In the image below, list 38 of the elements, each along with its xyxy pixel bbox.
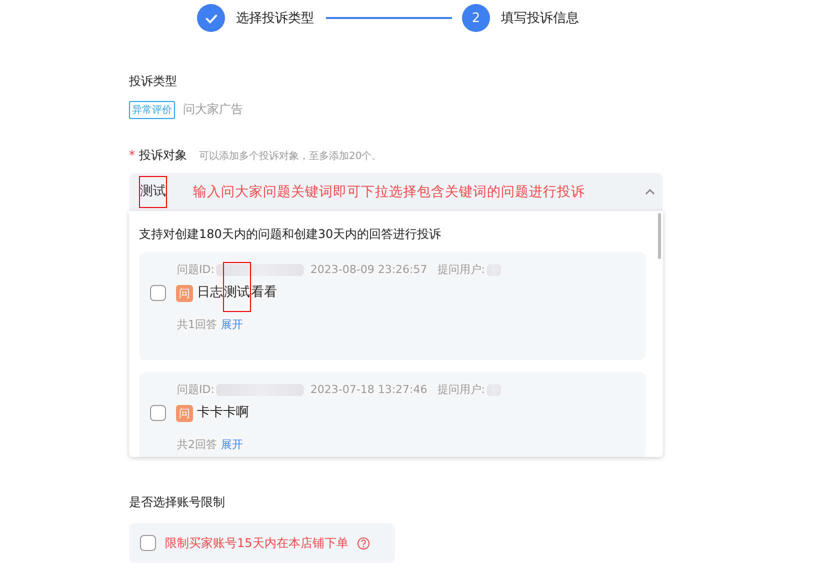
question-badge: 问 [176,404,193,422]
checkbox[interactable] [150,405,166,421]
option-label: 限制买家账号15天内在本店铺下单 [165,534,348,552]
checkbox[interactable] [150,285,166,301]
field-label: 投诉类型 [129,73,178,90]
required-asterisk: * [129,148,135,162]
expand-link[interactable]: 展开 [221,437,243,452]
question-id-label: 问题ID: [177,382,214,397]
question-card[interactable]: 问题ID: 2023-07-18 13:27:46 提问用户: 问 卡卡卡啊 共2回答 展开 [139,372,646,457]
step-label: 填写投诉信息 [501,10,579,27]
input-value: 测试 [139,176,167,208]
dropdown-note: 支持对创建180天内的问题和创建30天内的回答进行投诉 [139,226,442,243]
field-label: 是否选择账号限制 [129,495,225,509]
question-badge: 问 [176,284,193,302]
step-number: 2 [462,4,490,32]
type-option[interactable]: 异常评价 [129,100,175,118]
expand-link[interactable]: 展开 [221,317,243,332]
step-label: 选择投诉类型 [236,10,314,27]
highlight-box: 测试 [223,262,251,312]
checkbox[interactable] [140,535,156,551]
scrollbar-thumb[interactable] [658,213,661,259]
target-select-field[interactable]: 测试 输入问大家问题关键词即可下拉选择包含关键词的问题进行投诉 [129,173,663,211]
question-time: 2023-07-18 13:27:46 [310,383,428,396]
answer-count: 共1回答 [177,317,217,332]
asker-label: 提问用户: [437,262,485,277]
help-icon[interactable] [357,536,370,550]
question-title: 看看 [251,285,277,301]
answer-count: 共2回答 [177,437,217,452]
question-title: 日志 [197,285,223,301]
question-title: 卡卡卡啊 [197,405,249,421]
field-hint: 可以添加多个投诉对象，至多添加20个。 [199,150,382,163]
type-option[interactable]: 问大家广告 [181,100,245,119]
field-label: 投诉对象 [139,147,187,164]
question-card[interactable]: 问题ID: 2023-08-09 23:26:57 提问用户: 问 日志测试看看 共1回答 展开 [139,252,646,360]
asker-label: 提问用户: [437,382,485,397]
annotation-text: 输入问大家问题关键词即可下拉选择包含关键词的问题进行投诉 [193,183,586,201]
question-id-label: 问题ID: [177,262,214,277]
question-time: 2023-08-09 23:26:57 [310,263,428,276]
